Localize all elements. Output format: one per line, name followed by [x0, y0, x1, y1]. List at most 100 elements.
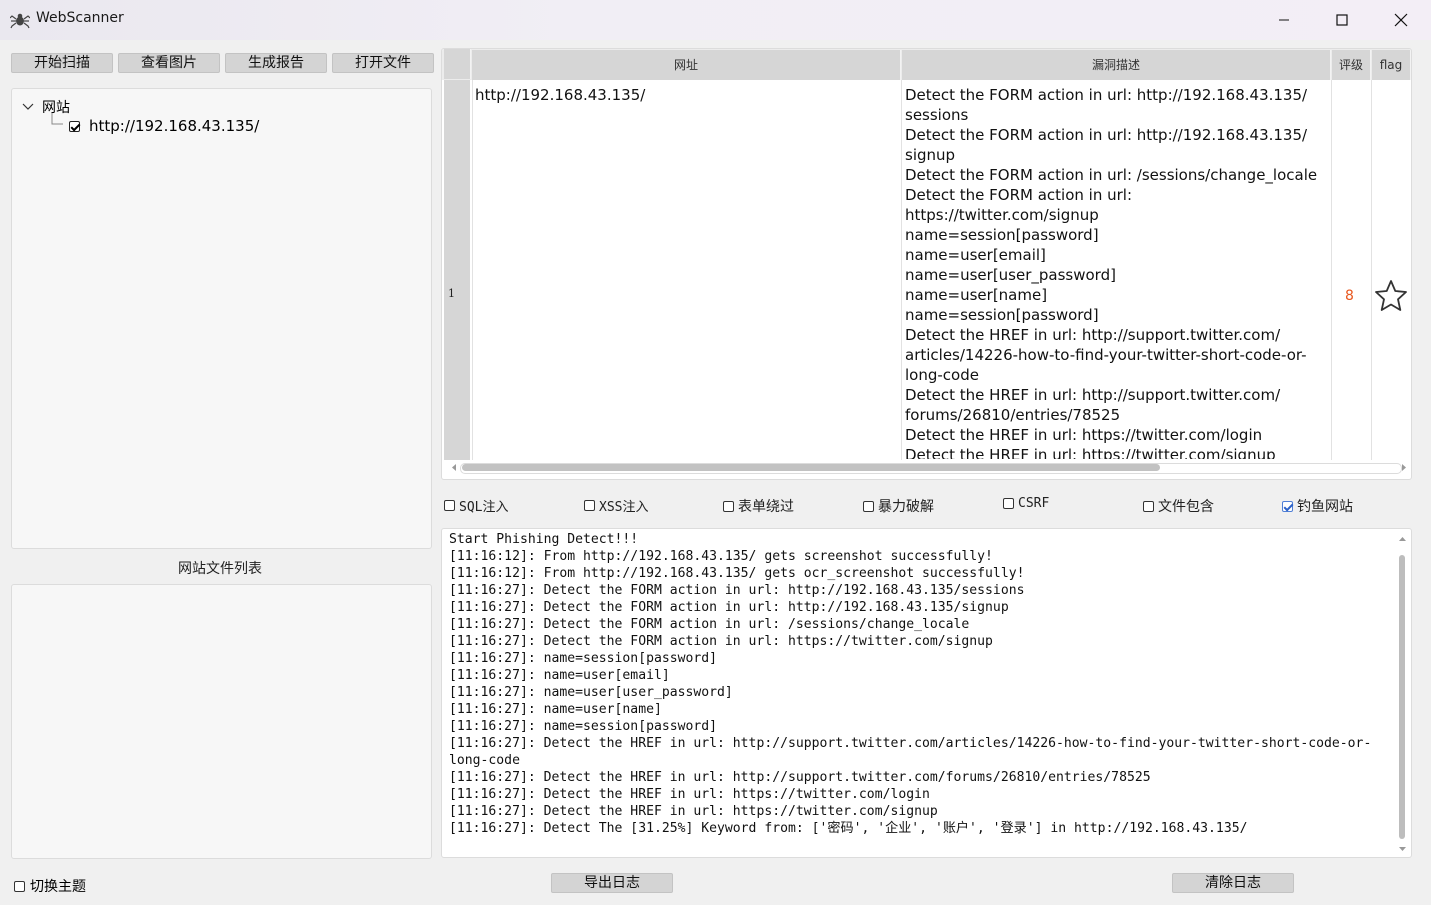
- option-label: CSRF: [1018, 496, 1050, 511]
- chevron-down-icon[interactable]: [22, 102, 34, 112]
- option-xss-injection[interactable]: XSS注入: [584, 496, 648, 515]
- close-icon: [1394, 13, 1408, 27]
- title-bar: WebScanner: [0, 0, 1431, 40]
- scrollbar-thumb[interactable]: [1399, 555, 1405, 839]
- brute-force-checkbox[interactable]: [863, 500, 874, 512]
- minimize-button[interactable]: [1255, 0, 1313, 40]
- description-line: Detect the HREF in url: https://twitter.…: [905, 426, 1263, 444]
- tree-item-site[interactable]: http://192.168.43.135/: [69, 117, 259, 135]
- log-line: [11:16:27]: name=user[user_password]: [449, 685, 733, 700]
- file-list-caption: 网站文件列表: [178, 561, 262, 577]
- row-index: 1: [448, 287, 455, 300]
- log-line: long-code: [449, 753, 520, 768]
- tree-item-label: http://192.168.43.135/: [89, 117, 260, 135]
- minimize-icon: [1279, 19, 1289, 21]
- description-line: name=session[password]: [905, 226, 1099, 244]
- log-line: [11:16:27]: name=user[name]: [449, 702, 662, 717]
- scroll-left-icon[interactable]: [450, 463, 458, 472]
- form-bypass-checkbox[interactable]: [723, 500, 734, 512]
- log-line: [11:16:27]: Detect the HREF in url: http…: [449, 736, 1372, 751]
- scrollbar-thumb[interactable]: [462, 464, 1160, 471]
- description-line: Detect the FORM action in url: https://t…: [905, 186, 1133, 224]
- theme-toggle-label: 切换主题: [30, 879, 86, 895]
- maximize-icon: [1336, 14, 1348, 26]
- table-header-row: 网址 漏洞描述 评级 flag: [442, 49, 1411, 80]
- option-label: 表单绕过: [738, 499, 794, 515]
- description-line: forums/26810/entries/78525: [905, 406, 1121, 424]
- start-scan-button[interactable]: 开始扫描: [11, 53, 113, 73]
- option-csrf[interactable]: CSRF: [1003, 496, 1049, 511]
- sql-checkbox[interactable]: [444, 500, 455, 511]
- log-line: Start Phishing Detect!!!: [449, 532, 639, 547]
- theme-checkbox[interactable]: [14, 880, 25, 892]
- option-label: SQL注入: [459, 500, 509, 515]
- option-label: 暴力破解: [878, 499, 934, 515]
- description-line: Detect the HREF in url: http://support.t…: [905, 386, 1281, 404]
- option-phishing-site[interactable]: 钓鱼网站: [1282, 496, 1353, 516]
- phishing-checkbox[interactable]: [1282, 500, 1293, 512]
- log-line: [11:16:27]: Detect the FORM action in ur…: [449, 600, 1009, 615]
- log-line: [11:16:27]: Detect the FORM action in ur…: [449, 583, 1025, 598]
- scroll-up-icon[interactable]: [1398, 535, 1407, 543]
- close-button[interactable]: [1372, 0, 1430, 40]
- log-vertical-scrollbar[interactable]: [1396, 535, 1408, 853]
- clear-log-button[interactable]: 清除日志: [1172, 873, 1294, 893]
- csrf-checkbox[interactable]: [1003, 498, 1014, 509]
- description-line: Detect the HREF in url: http://support.t…: [905, 326, 1281, 344]
- log-line: [11:16:27]: name=session[password]: [449, 651, 718, 666]
- spider-icon: [10, 13, 30, 29]
- log-line: [11:16:27]: Detect the HREF in url: http…: [449, 787, 930, 802]
- table-cell-rating[interactable]: 8: [1345, 286, 1354, 306]
- log-line: [11:16:12]: From http://192.168.43.135/ …: [449, 566, 1025, 581]
- results-table: 网址 漏洞描述 评级 flag 1 http://192.168.43.135/…: [441, 48, 1412, 480]
- description-line: name=user[email]: [905, 246, 1046, 264]
- log-line: [11:16:12]: From http://192.168.43.135/ …: [449, 549, 993, 564]
- option-brute-force[interactable]: 暴力破解: [863, 496, 934, 516]
- xss-checkbox[interactable]: [584, 500, 595, 511]
- scroll-right-icon[interactable]: [1400, 463, 1408, 472]
- open-file-button[interactable]: 打开文件: [332, 53, 434, 73]
- log-line: [11:16:27]: Detect the FORM action in ur…: [449, 617, 970, 632]
- corner-header: [444, 49, 471, 79]
- main-area: 开始扫描 查看图片 生成报告 打开文件 网站 http://192.168.43…: [0, 40, 1431, 905]
- description-line: Detect the FORM action in url: http://19…: [905, 126, 1308, 144]
- scroll-down-icon[interactable]: [1398, 845, 1407, 853]
- row-header[interactable]: 1: [444, 80, 470, 460]
- generate-report-button[interactable]: 生成报告: [225, 53, 327, 73]
- table-cell-url[interactable]: http://192.168.43.135/: [475, 85, 645, 105]
- column-header-flag[interactable]: flag: [1372, 50, 1411, 80]
- site-tree-panel: 网站 http://192.168.43.135/: [11, 88, 432, 549]
- option-form-bypass[interactable]: 表单绕过: [723, 496, 794, 516]
- export-log-button[interactable]: 导出日志: [551, 873, 673, 893]
- column-header-description[interactable]: 漏洞描述: [902, 50, 1331, 80]
- option-file-inclusion[interactable]: 文件包含: [1143, 496, 1214, 516]
- window-title: WebScanner: [36, 10, 124, 26]
- file-list-panel[interactable]: [11, 584, 432, 859]
- description-line: name=user[user_password]: [905, 266, 1116, 284]
- log-line: [11:16:27]: Detect The [31.25%] Keyword …: [449, 821, 1248, 836]
- view-images-button[interactable]: 查看图片: [118, 53, 220, 73]
- description-line: Detect the HREF in url: https://twitter.…: [905, 446, 1276, 459]
- log-line: [11:16:27]: Detect the HREF in url: http…: [449, 770, 1151, 785]
- description-line: name=user[name]: [905, 286, 1048, 304]
- theme-toggle[interactable]: 切换主题: [14, 876, 86, 896]
- log-line: [11:16:27]: name=user[email]: [449, 668, 670, 683]
- log-text[interactable]: Start Phishing Detect!!! [11:16:12]: From…: [449, 531, 1394, 837]
- log-line: [11:16:27]: Detect the FORM action in ur…: [449, 634, 993, 649]
- description-line: articles/14226-how-to-find-your-twitter-…: [905, 346, 1307, 364]
- file-inclusion-checkbox[interactable]: [1143, 500, 1154, 512]
- description-line: sessions: [905, 106, 969, 124]
- description-line: name=session[password]: [905, 306, 1099, 324]
- tree-branch-line: [51, 113, 63, 125]
- table-horizontal-scrollbar[interactable]: [450, 461, 1408, 474]
- table-cell-description[interactable]: Detect the FORM action in url: http://19…: [905, 85, 1329, 459]
- column-header-rating[interactable]: 评级: [1332, 50, 1371, 80]
- log-line: [11:16:27]: name=session[password]: [449, 719, 718, 734]
- description-line: Detect the FORM action in url: /sessions…: [905, 166, 1318, 184]
- star-outline-icon[interactable]: [1373, 278, 1409, 314]
- site-checkbox[interactable]: [69, 120, 80, 132]
- option-sql-injection[interactable]: SQL注入: [444, 496, 508, 515]
- log-panel[interactable]: Start Phishing Detect!!! [11:16:12]: From…: [441, 528, 1412, 858]
- column-header-url[interactable]: 网址: [472, 50, 901, 80]
- maximize-button[interactable]: [1313, 0, 1371, 40]
